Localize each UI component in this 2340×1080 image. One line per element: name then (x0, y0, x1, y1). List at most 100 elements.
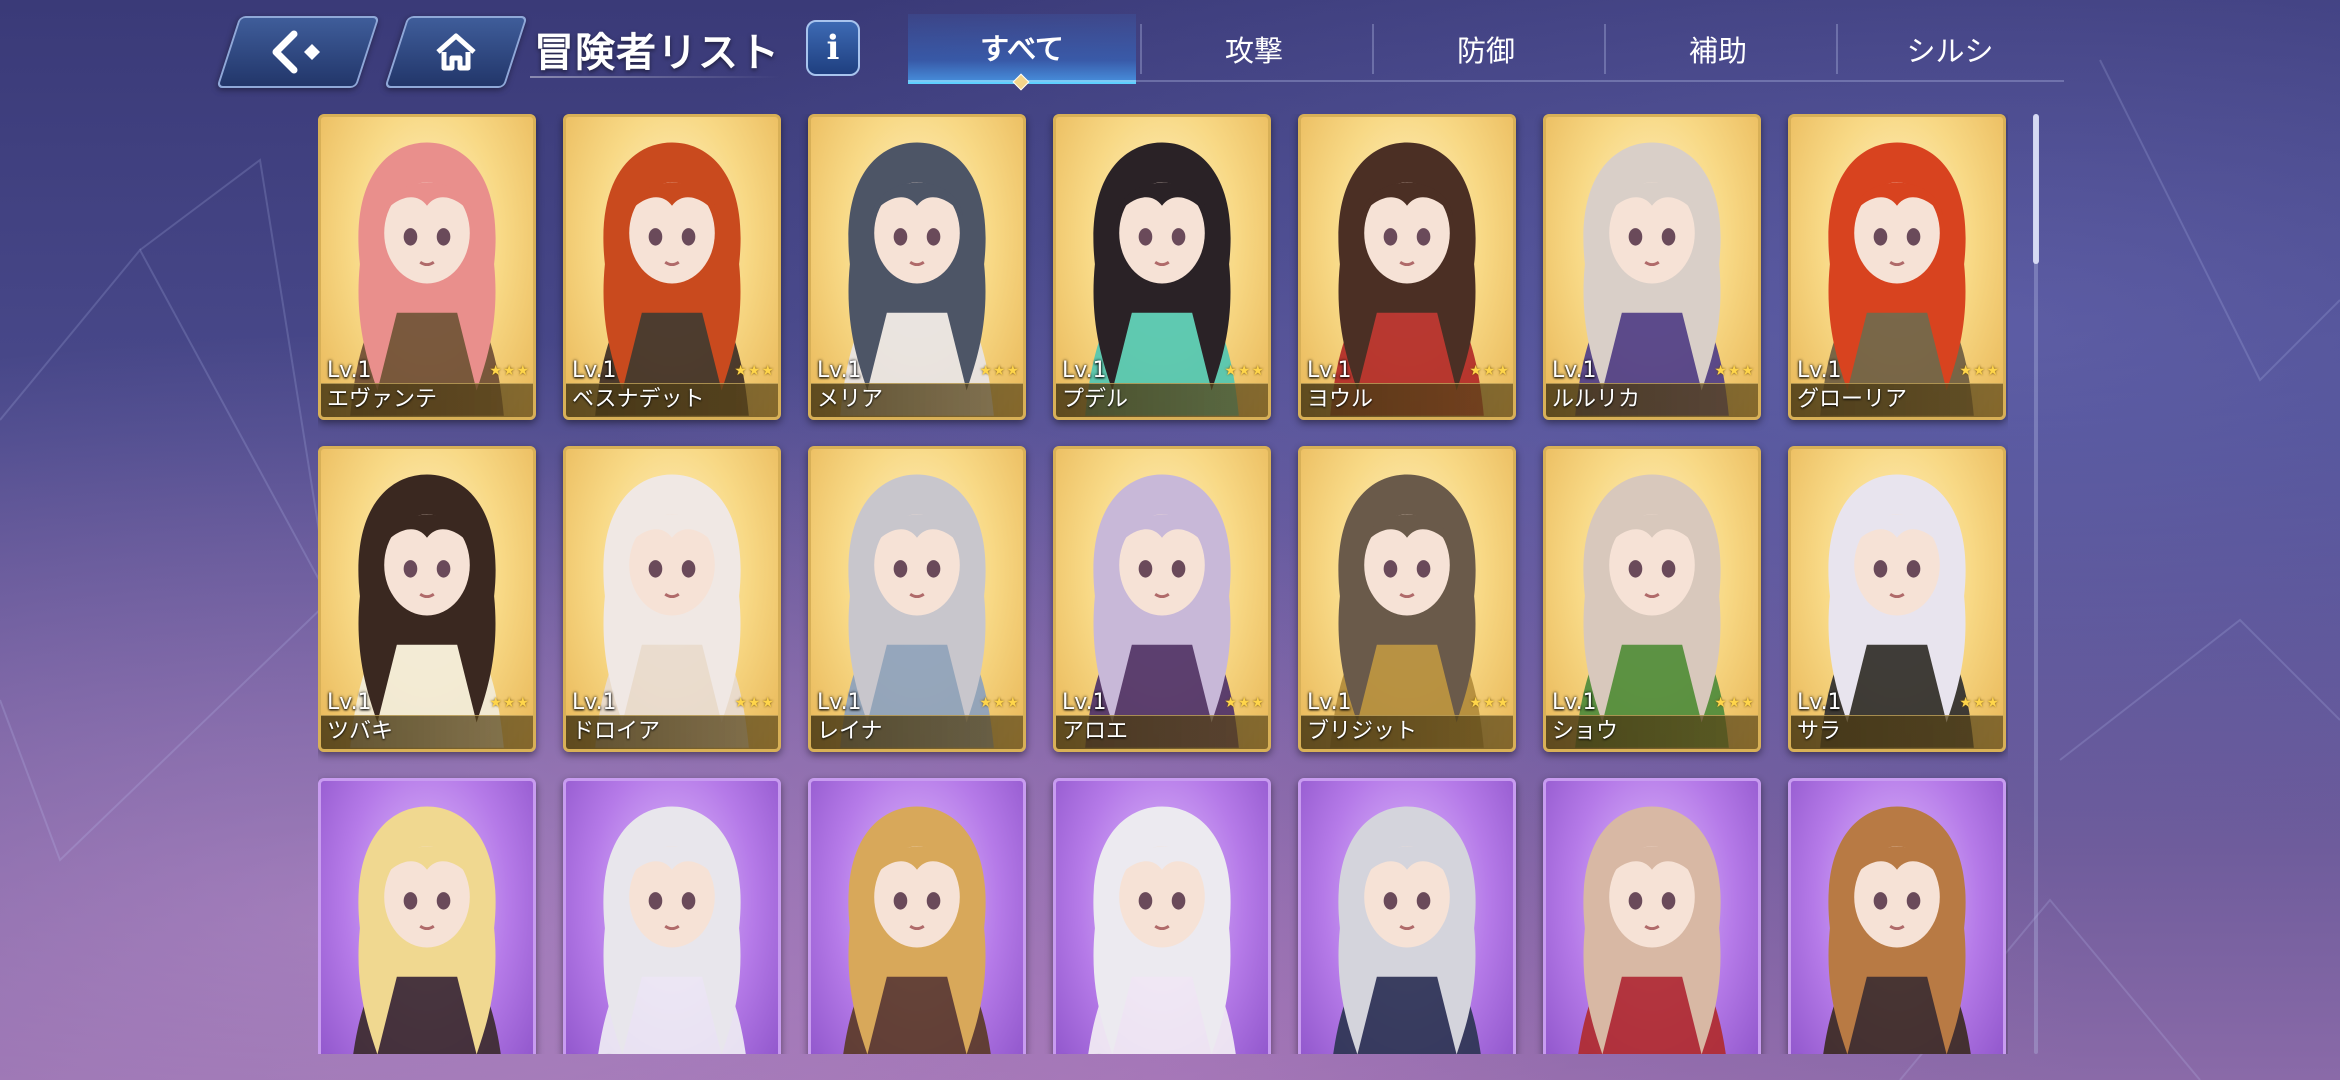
star-icon: ★ (1469, 363, 1482, 379)
character-name: アロエ (1062, 719, 1129, 744)
star-icon: ★ (1741, 695, 1754, 711)
level-label: Lv.1 (1062, 690, 1107, 715)
top-bar: 冒険者リスト i すべて 攻撃 防御 補助 シルシ (0, 0, 2340, 100)
rarity-stars: ★ ★ ★ (1224, 695, 1264, 711)
character-name: プデル (1062, 387, 1129, 412)
star-icon: ★ (1986, 363, 1999, 379)
adventurer-card[interactable]: Lv.1★★★ (563, 778, 781, 1054)
adventurer-card[interactable]: Lv.1★★★ (1543, 778, 1761, 1054)
star-icon: ★ (1251, 695, 1264, 711)
star-icon: ★ (1482, 363, 1496, 379)
level-label: Lv.1 (327, 690, 372, 715)
star-icon: ★ (734, 363, 747, 379)
star-icon: ★ (1972, 695, 1986, 711)
star-icon: ★ (1959, 363, 1972, 379)
star-icon: ★ (1496, 695, 1509, 711)
rarity-stars: ★ ★ ★ (1714, 695, 1754, 711)
star-icon: ★ (489, 363, 502, 379)
adventurer-grid: Lv.1 ★ ★ ★ エヴァンテ Lv.1 ★ ★ ★ ベスナデット Lv.1 ★ ★ ★ メリア Lv.1 ★… (318, 114, 2008, 1054)
star-icon: ★ (734, 695, 747, 711)
star-icon: ★ (992, 363, 1006, 379)
adventurer-card[interactable]: Lv.1★★★ (318, 778, 536, 1054)
adventurer-card[interactable]: Lv.1 ★ ★ ★ ルルリカ (1543, 114, 1761, 420)
rarity-stars: ★ ★ ★ (1469, 695, 1509, 711)
level-label: Lv.1 (327, 358, 372, 383)
adventurer-card[interactable]: Lv.1 ★ ★ ★ エヴァンテ (318, 114, 536, 420)
character-name: ベスナデット (572, 387, 705, 412)
adventurer-card[interactable]: Lv.1 ★ ★ ★ ベスナデット (563, 114, 781, 420)
star-icon: ★ (761, 695, 774, 711)
tab-support[interactable]: 補助 (1604, 14, 1832, 84)
home-button[interactable] (384, 16, 528, 88)
character-name: グローリア (1797, 387, 1908, 412)
adventurer-card[interactable]: Lv.1 ★ ★ ★ サラ (1788, 446, 2006, 752)
rarity-stars: ★ ★ ★ (489, 695, 529, 711)
star-icon: ★ (502, 363, 516, 379)
star-icon: ★ (1496, 363, 1509, 379)
star-icon: ★ (747, 363, 761, 379)
character-name: ルルリカ (1552, 387, 1641, 412)
character-name: サラ (1797, 719, 1842, 744)
character-name: ヨウル (1307, 387, 1374, 412)
rarity-stars: ★ ★ ★ (734, 695, 774, 711)
rarity-stars: ★ ★ ★ (1714, 363, 1754, 379)
adventurer-card[interactable]: Lv.1 ★ ★ ★ ツバキ (318, 446, 536, 752)
level-label: Lv.1 (1307, 690, 1352, 715)
character-name: メリア (817, 387, 884, 412)
level-label: Lv.1 (1552, 690, 1597, 715)
star-icon: ★ (1224, 695, 1237, 711)
level-label: Lv.1 (817, 358, 862, 383)
adventurer-card[interactable]: Lv.1 ★ ★ ★ ブリジット (1298, 446, 1516, 752)
star-icon: ★ (1727, 363, 1741, 379)
tab-attack[interactable]: 攻撃 (1140, 14, 1368, 84)
scrollbar-thumb[interactable] (2033, 114, 2039, 264)
star-icon: ★ (1986, 695, 1999, 711)
adventurer-card[interactable]: Lv.1 ★ ★ ★ グローリア (1788, 114, 2006, 420)
back-arrow-icon (272, 30, 320, 74)
rarity-stars: ★ ★ ★ (979, 695, 1019, 711)
star-icon: ★ (1006, 695, 1019, 711)
rarity-stars: ★ ★ ★ (489, 363, 529, 379)
character-name: レイナ (817, 719, 883, 744)
character-portrait (843, 806, 991, 1054)
tab-all[interactable]: すべて (908, 14, 1136, 84)
rarity-stars: ★ ★ ★ (1959, 363, 1999, 379)
level-label: Lv.1 (1062, 358, 1107, 383)
level-label: Lv.1 (572, 690, 617, 715)
level-label: Lv.1 (817, 690, 862, 715)
star-icon: ★ (1482, 695, 1496, 711)
adventurer-card[interactable]: Lv.1 ★ ★ ★ ショウ (1543, 446, 1761, 752)
adventurer-card[interactable]: Lv.1★★★ (1298, 778, 1516, 1054)
adventurer-card[interactable]: Lv.1 ★ ★ ★ プデル (1053, 114, 1271, 420)
tabs-divider (908, 80, 2064, 82)
adventurer-card[interactable]: Lv.1 ★ ★ ★ ヨウル (1298, 114, 1516, 420)
character-portrait (1333, 806, 1481, 1054)
info-button[interactable]: i (806, 20, 860, 76)
star-icon: ★ (516, 695, 529, 711)
adventurer-card[interactable]: Lv.1 ★ ★ ★ ドロイア (563, 446, 781, 752)
star-icon: ★ (1251, 363, 1264, 379)
star-icon: ★ (1727, 695, 1741, 711)
star-icon: ★ (1469, 695, 1482, 711)
adventurer-card[interactable]: Lv.1 ★ ★ ★ アロエ (1053, 446, 1271, 752)
title-underline (530, 76, 780, 78)
rarity-stars: ★ ★ ★ (979, 363, 1019, 379)
character-portrait (598, 806, 746, 1054)
level-label: Lv.1 (1552, 358, 1597, 383)
adventurer-card[interactable]: Lv.1★★★ (808, 778, 1026, 1054)
adventurer-card[interactable]: Lv.1★★★ (1788, 778, 2006, 1054)
level-label: Lv.1 (1797, 690, 1842, 715)
tab-defense[interactable]: 防御 (1372, 14, 1600, 84)
star-icon: ★ (1741, 363, 1754, 379)
rarity-stars: ★ ★ ★ (734, 363, 774, 379)
rarity-stars: ★ ★ ★ (1224, 363, 1264, 379)
category-tabs: すべて 攻撃 防御 補助 シルシ (908, 14, 2068, 86)
character-portrait (1823, 806, 1971, 1054)
back-button[interactable] (216, 16, 380, 88)
star-icon: ★ (1714, 695, 1727, 711)
star-icon: ★ (1959, 695, 1972, 711)
adventurer-card[interactable]: Lv.1 ★ ★ ★ レイナ (808, 446, 1026, 752)
adventurer-card[interactable]: Lv.1 ★ ★ ★ メリア (808, 114, 1026, 420)
tab-shirushi[interactable]: シルシ (1836, 14, 2064, 84)
adventurer-card[interactable]: Lv.1★★★ (1053, 778, 1271, 1054)
